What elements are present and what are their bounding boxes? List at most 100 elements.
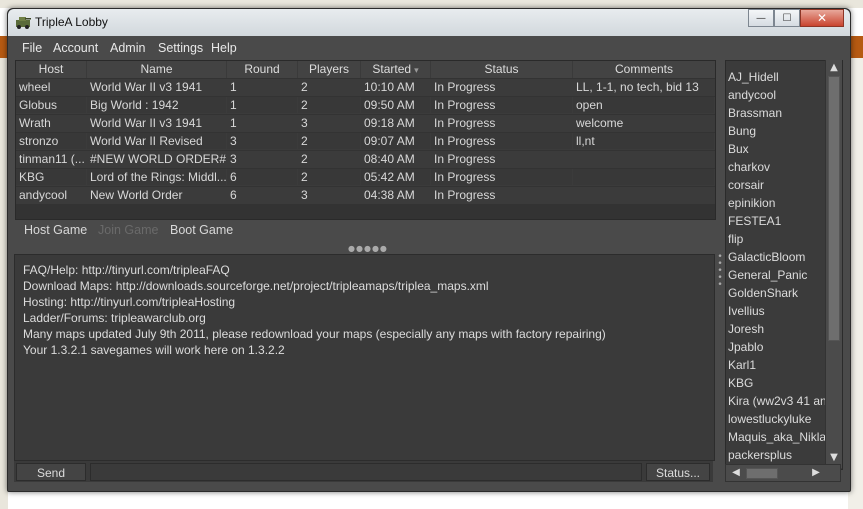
boot-game-button[interactable]: Boot Game — [170, 223, 233, 237]
table-cell: open — [573, 97, 715, 114]
chat-line: Your 1.3.2.1 savegames will work here on… — [23, 343, 285, 357]
player-list-item[interactable]: flip — [728, 230, 743, 248]
table-header: Host Name Round Players Started ▾ Status … — [16, 61, 715, 78]
player-list-item[interactable]: GalacticBloom — [728, 248, 805, 266]
table-cell: In Progress — [431, 97, 573, 114]
player-list-item[interactable]: andycool — [728, 86, 776, 104]
menu-bar: File Account Admin Settings Help — [14, 38, 844, 58]
table-cell: Globus — [16, 97, 87, 114]
chat-line: FAQ/Help: http://tinyurl.com/tripleaFAQ — [23, 263, 230, 277]
table-cell: 09:18 AM — [361, 115, 431, 132]
status-button[interactable]: Status... — [646, 463, 710, 481]
split-pane-handle[interactable]: ●●●●● — [348, 244, 387, 253]
player-list-item[interactable]: corsair — [728, 176, 764, 194]
table-cell: LL, 1-1, no tech, bid 13 — [573, 79, 715, 96]
column-host[interactable]: Host — [16, 61, 87, 78]
games-table: Host Name Round Players Started ▾ Status … — [15, 60, 716, 220]
column-players[interactable]: Players — [298, 61, 361, 78]
column-started-label: Started — [372, 62, 412, 76]
column-name[interactable]: Name — [87, 61, 227, 78]
player-list-item[interactable]: packersplus — [728, 446, 792, 464]
table-cell: In Progress — [431, 79, 573, 96]
player-list-item[interactable]: Kira (ww2v3 41 any — [728, 392, 833, 410]
table-row[interactable]: stronzo World War II Revised 3 2 09:07 AM In … — [16, 133, 715, 151]
table-cell: wheel — [16, 79, 87, 96]
menu-help[interactable]: Help — [211, 41, 237, 55]
table-row[interactable]: tinman11 (... #NEW WORLD ORDER# 3 2 08:40 AM… — [16, 151, 715, 169]
table-cell: 10:10 AM — [361, 79, 431, 96]
table-cell: 08:40 AM — [361, 151, 431, 168]
host-game-button[interactable]: Host Game — [24, 223, 87, 237]
table-cell: 3 — [227, 133, 298, 150]
player-list-item[interactable]: Bung — [728, 122, 756, 140]
player-list-item[interactable]: Bux — [728, 140, 749, 158]
table-cell: welcome — [573, 115, 715, 132]
player-list-item[interactable]: AJ_Hidell — [728, 68, 779, 86]
column-status[interactable]: Status — [431, 61, 573, 78]
scroll-down-icon[interactable]: ▼ — [826, 452, 842, 463]
maximize-icon[interactable]: ☐ — [774, 9, 800, 27]
lobby-window: TripleA Lobby — ☐ ✕ File Account Admin S… — [7, 8, 851, 492]
vertical-split-handle[interactable]: • • • • • — [717, 253, 723, 294]
scroll-thumb[interactable] — [828, 76, 840, 341]
table-cell: 6 — [227, 169, 298, 186]
player-list-item[interactable]: Ivellius — [728, 302, 765, 320]
table-cell: 2 — [298, 97, 361, 114]
player-list-item[interactable]: epinikion — [728, 194, 775, 212]
table-cell: 1 — [227, 79, 298, 96]
scroll-thumb-horizontal[interactable] — [746, 468, 778, 479]
menu-file[interactable]: File — [22, 41, 42, 55]
table-cell: 09:50 AM — [361, 97, 431, 114]
chat-line: Download Maps: http://downloads.sourcefo… — [23, 279, 489, 293]
title-bar[interactable]: TripleA Lobby — ☐ ✕ — [8, 9, 850, 36]
send-button[interactable]: Send — [16, 463, 86, 481]
player-list-item[interactable]: GoldenShark — [728, 284, 798, 302]
table-cell: Big World : 1942 — [87, 97, 227, 114]
table-row[interactable]: andycool New World Order 6 3 04:38 AM In Prog… — [16, 187, 715, 205]
table-cell: 05:42 AM — [361, 169, 431, 186]
menu-settings[interactable]: Settings — [158, 41, 203, 55]
scroll-right-icon[interactable]: ▶ — [808, 467, 824, 478]
player-list-item[interactable]: General_Panic — [728, 266, 807, 284]
column-comments[interactable]: Comments — [573, 61, 715, 78]
table-row[interactable]: Wrath World War II v3 1941 1 3 09:18 AM In Pr… — [16, 115, 715, 133]
player-list-item[interactable]: Jpablo — [728, 338, 763, 356]
table-cell: New World Order — [87, 187, 227, 204]
column-started[interactable]: Started ▾ — [361, 61, 431, 78]
chat-line: Many maps updated July 9th 2011, please … — [23, 327, 606, 341]
player-list-item[interactable]: KBG — [728, 374, 753, 392]
player-list-item[interactable]: FESTEA1 — [728, 212, 781, 230]
table-cell: In Progress — [431, 115, 573, 132]
player-list-item[interactable]: charkov — [728, 158, 770, 176]
window-controls: — ☐ ✕ — [748, 9, 844, 28]
player-list-item[interactable]: Maquis_aka_Niklas — [728, 428, 832, 446]
table-cell: andycool — [16, 187, 87, 204]
table-cell: 09:07 AM — [361, 133, 431, 150]
player-list-item[interactable]: Brassman — [728, 104, 782, 122]
table-cell: 3 — [298, 115, 361, 132]
close-icon[interactable]: ✕ — [800, 9, 844, 27]
chat-input[interactable] — [90, 463, 642, 481]
table-cell: 2 — [298, 151, 361, 168]
player-list-item[interactable]: lowestluckyluke — [728, 410, 811, 428]
scroll-up-icon[interactable]: ▲ — [826, 62, 842, 73]
table-row[interactable]: Globus Big World : 1942 1 2 09:50 AM In Progr… — [16, 97, 715, 115]
table-cell — [573, 169, 715, 186]
table-cell: World War II v3 1941 — [87, 79, 227, 96]
table-row[interactable]: KBG Lord of the Rings: Middl... 6 2 05:42 AM… — [16, 169, 715, 187]
table-row[interactable]: wheel World War II v3 1941 1 2 10:10 AM In Pr… — [16, 79, 715, 97]
player-list-item[interactable]: Joresh — [728, 320, 764, 338]
player-list-item[interactable]: Karl1 — [728, 356, 756, 374]
triplea-app-icon — [16, 17, 31, 29]
table-cell: 1 — [227, 97, 298, 114]
players-horizontal-scrollbar[interactable]: ◀ ▶ — [725, 464, 841, 482]
column-round[interactable]: Round — [227, 61, 298, 78]
table-cell: 1 — [227, 115, 298, 132]
scroll-left-icon[interactable]: ◀ — [728, 467, 744, 478]
menu-admin[interactable]: Admin — [110, 41, 145, 55]
chat-input-bar: Send Status... — [14, 460, 713, 482]
table-cell: stronzo — [16, 133, 87, 150]
players-vertical-scrollbar[interactable]: ▲ ▼ — [825, 60, 842, 468]
minimize-icon[interactable]: — — [748, 9, 774, 27]
menu-account[interactable]: Account — [53, 41, 98, 55]
